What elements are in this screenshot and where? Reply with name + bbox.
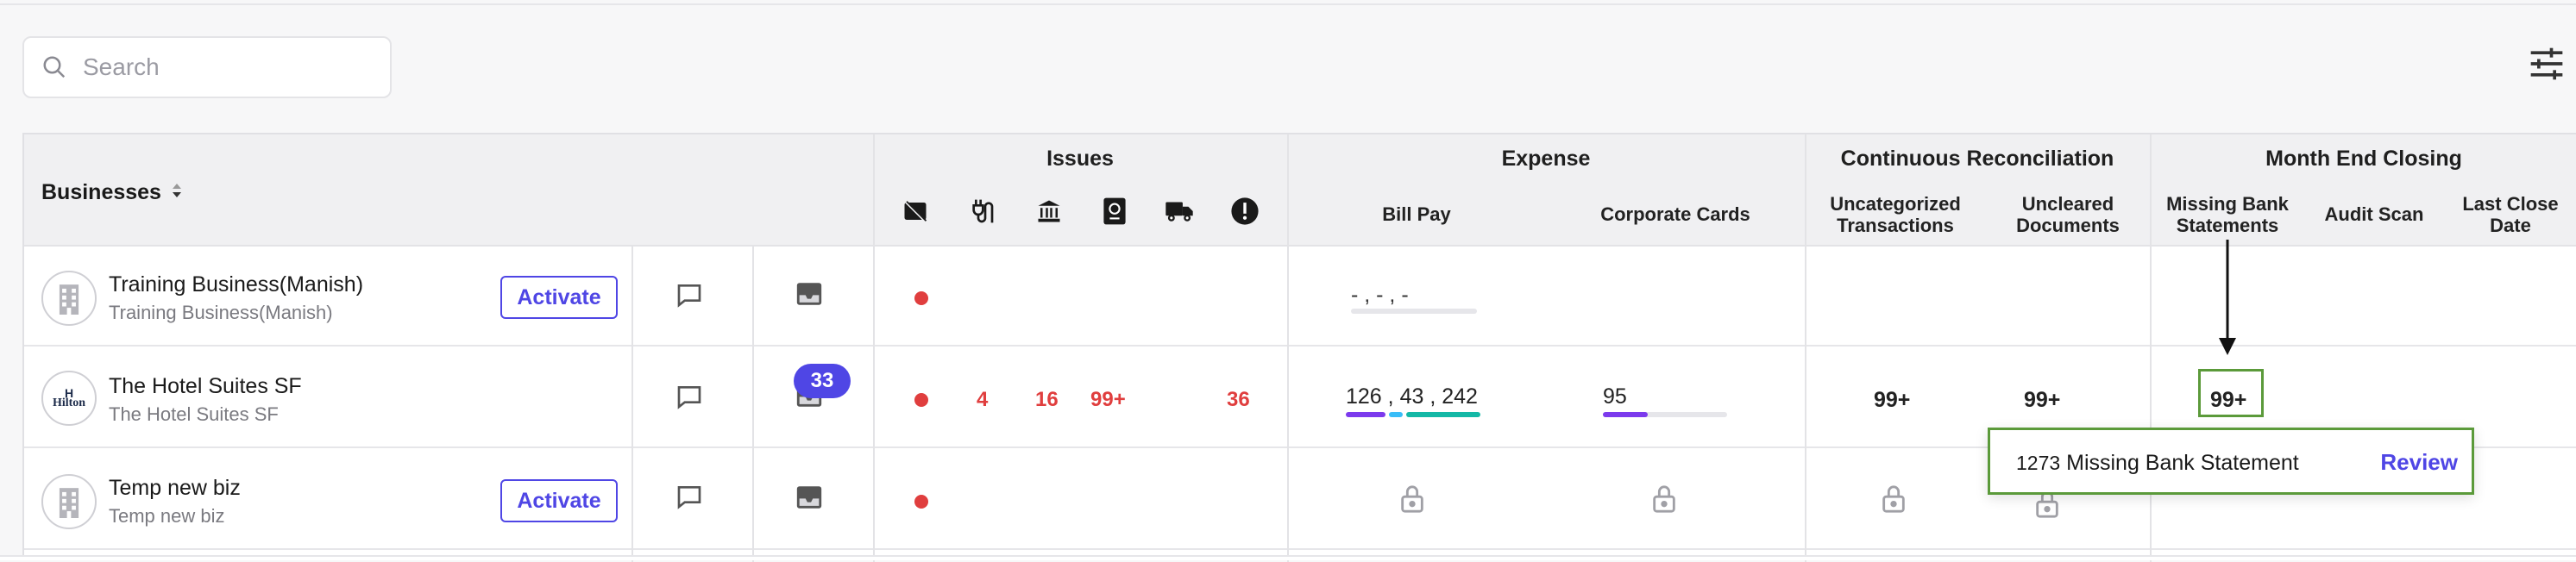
lock-icon <box>1401 485 1423 513</box>
review-link[interactable]: Review <box>2380 449 2458 476</box>
continuous-reconciliation-header: Continuous Reconciliation <box>1840 147 2114 171</box>
hilton-logo-text: Hilton <box>52 397 86 409</box>
business-avatar <box>41 271 97 326</box>
passport-icon[interactable] <box>1103 197 1127 226</box>
table-row[interactable] <box>24 247 2576 347</box>
corporate-cards-header: Corporate Cards <box>1600 203 1750 225</box>
building-icon <box>59 488 79 518</box>
uncategorized-transactions-header: Uncategorized Transactions <box>1830 193 1961 236</box>
business-name[interactable]: Training Business(Manish) <box>109 272 363 297</box>
business-table: Businesses Issues Expense Continuous Rec… <box>22 133 2576 562</box>
businesses-header[interactable]: Businesses <box>41 180 183 207</box>
uncategorized-value[interactable]: 99+ <box>1874 388 1910 413</box>
business-subtitle: The Hotel Suites SF <box>109 403 279 425</box>
bill-pay-bar-2 <box>1389 412 1403 417</box>
business-subtitle: Training Business(Manish) <box>109 302 333 323</box>
uncleared-documents-header: Uncleared Documents <box>2016 193 2120 236</box>
corporate-cards-value: 95 <box>1603 384 1627 409</box>
business-subtitle: Temp new biz <box>109 505 225 527</box>
bill-pay-bar <box>1351 309 1477 314</box>
comment-icon[interactable] <box>675 281 704 309</box>
missing-bank-statements-header: Missing Bank Statements <box>2166 193 2289 236</box>
no-card-icon[interactable] <box>902 198 928 224</box>
issue-status-dot <box>914 291 928 305</box>
bill-pay-header: Bill Pay <box>1382 203 1451 225</box>
audit-scan-header: Audit Scan <box>2324 203 2424 225</box>
next-row-edge <box>0 555 2576 560</box>
issue-count[interactable]: 36 <box>1227 388 1250 412</box>
activate-button[interactable]: Activate <box>500 276 618 319</box>
tooltip-text: 1273 Missing Bank Statement <box>2016 451 2299 475</box>
search-input[interactable] <box>81 53 374 82</box>
lock-icon <box>1882 485 1905 513</box>
last-close-date-header: Last Close Date <box>2462 193 2559 236</box>
plug-icon[interactable] <box>968 197 996 226</box>
alert-icon[interactable] <box>1230 197 1260 226</box>
bill-pay-value: - , - , - <box>1351 283 1409 307</box>
month-end-closing-header: Month End Closing <box>2265 147 2462 171</box>
bill-pay-bar-1 <box>1346 412 1385 417</box>
lock-icon <box>1653 485 1675 513</box>
business-avatar: H Hilton <box>41 371 97 426</box>
missing-bank-tooltip: 1273 Missing Bank Statement Review <box>1988 428 2474 495</box>
truck-icon[interactable] <box>1165 198 1194 224</box>
corporate-cards-bar <box>1603 412 1648 417</box>
expense-group-header: Expense <box>1501 147 1591 171</box>
issue-count[interactable]: 16 <box>1035 388 1059 412</box>
inbox-count-badge: 33 <box>794 364 851 398</box>
annotation-arrow <box>2219 240 2236 355</box>
top-border <box>0 0 2576 5</box>
issue-status-dot <box>914 393 928 407</box>
uncleared-value[interactable]: 99+ <box>2024 388 2060 413</box>
issue-status-dot <box>914 495 928 509</box>
search-box[interactable] <box>22 36 392 98</box>
bank-icon[interactable] <box>1035 198 1063 224</box>
comment-icon[interactable] <box>675 383 704 410</box>
business-name[interactable]: Temp new biz <box>109 476 241 501</box>
bill-pay-values: 126 , 43 , 242 <box>1346 384 1478 409</box>
issue-count[interactable]: 99+ <box>1090 388 1126 412</box>
inbox-icon[interactable] <box>794 483 825 512</box>
issue-count[interactable]: 4 <box>977 388 988 412</box>
building-icon <box>59 284 79 315</box>
filter-settings-icon[interactable] <box>2528 45 2566 83</box>
inbox-icon[interactable] <box>794 279 825 309</box>
issues-group-header: Issues <box>1046 147 1114 171</box>
business-avatar <box>41 474 97 529</box>
business-name[interactable]: The Hotel Suites SF <box>109 374 302 399</box>
sort-icon[interactable] <box>171 180 183 207</box>
comment-icon[interactable] <box>675 483 704 510</box>
activate-button[interactable]: Activate <box>500 479 618 522</box>
search-icon <box>43 56 66 78</box>
missing-bank-value[interactable]: 99+ <box>2210 388 2246 413</box>
bill-pay-bar-3 <box>1406 412 1480 417</box>
